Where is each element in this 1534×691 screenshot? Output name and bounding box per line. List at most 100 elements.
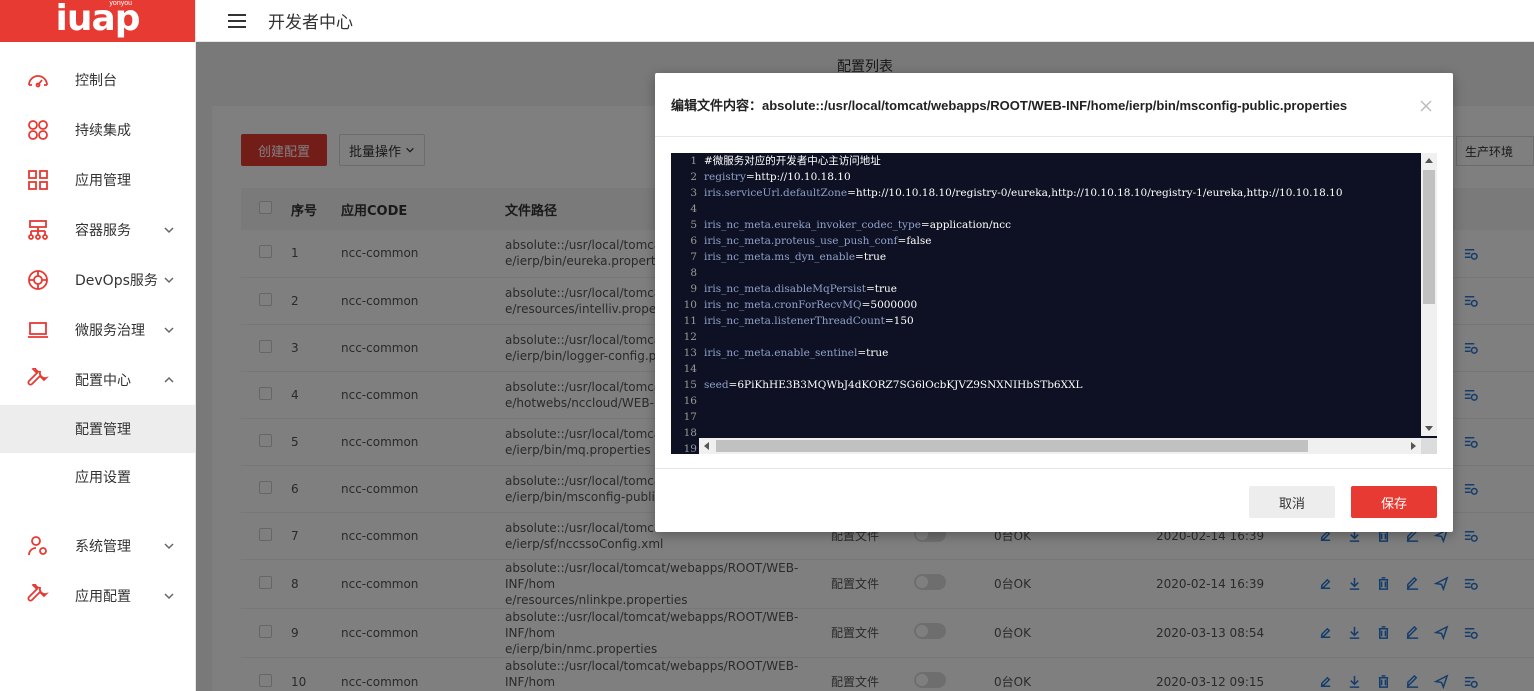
- integration-icon: [26, 118, 50, 142]
- prop-key: seed: [704, 379, 729, 391]
- sidebar-item-ci[interactable]: 持续集成: [0, 105, 195, 155]
- editor-vertical-scrollbar[interactable]: [1421, 153, 1437, 436]
- sidebar-item-container[interactable]: 容器服务: [0, 205, 195, 255]
- line-number: 16: [683, 395, 697, 407]
- prop-value: =true: [855, 251, 887, 263]
- sidebar-item-label: 容器服务: [75, 223, 131, 239]
- sidebar-item-app-config[interactable]: 应用配置: [0, 571, 195, 621]
- line-number: 7: [690, 251, 697, 263]
- scrollbar-thumb[interactable]: [1423, 170, 1435, 304]
- code-line: 12: [671, 329, 1437, 345]
- line-number: 15: [683, 379, 697, 391]
- line-number: 12: [683, 331, 697, 343]
- sidebar-menu: 控制台 持续集成 应用管理 容器服务 DevOps服务 微服务治理 配置中心 配…: [0, 55, 195, 621]
- line-number: 9: [690, 283, 697, 295]
- code-line: 17: [671, 409, 1437, 425]
- config-center-submenu: 配置管理 应用设置: [0, 405, 195, 521]
- line-number: 8: [690, 267, 697, 279]
- code-line: 15 seed=6PiKhHE3B3MQWbJ4dKORZ7SG6lOcbKJVZ…: [671, 377, 1437, 393]
- code-editor[interactable]: 1 #微服务对应的开发者中心主访问地址 2 registry=http://10.10…: [671, 153, 1437, 454]
- chevron-up-icon: [164, 376, 174, 383]
- sidebar-item-label: 系统管理: [75, 539, 131, 555]
- prop-key: iris_nc_meta.cronForRecvMQ: [704, 299, 862, 311]
- sidebar-item-label: 配置中心: [75, 373, 131, 389]
- user-settings-icon: [26, 534, 50, 558]
- prop-value: =http://10.10.18.10/registry-0/eureka,ht…: [847, 187, 1343, 199]
- wrench-icon: [26, 584, 50, 608]
- sidebar-item-label: 微服务治理: [75, 323, 145, 339]
- line-number: 18: [683, 427, 697, 439]
- header-title: 开发者中心: [268, 13, 353, 33]
- menu-toggle-icon[interactable]: [228, 13, 246, 28]
- apps-grid-icon: [26, 168, 50, 192]
- line-number: 3: [690, 187, 697, 199]
- logo[interactable]: iuap yonyou: [0, 0, 195, 42]
- chevron-down-icon: [164, 327, 174, 334]
- editor-horizontal-scrollbar[interactable]: [699, 438, 1421, 454]
- prop-key: iris_nc_meta.eureka_invoker_codec_type: [704, 219, 921, 231]
- prop-key: iris_nc_meta.ms_dyn_enable: [704, 251, 856, 263]
- modal-header: 编辑文件内容：absolute::/usr/local/tomcat/webap…: [655, 73, 1453, 137]
- prop-key: iris_nc_meta.enable_sentinel: [704, 347, 858, 359]
- scroll-up-icon[interactable]: [1425, 158, 1433, 163]
- code-line: 14: [671, 361, 1437, 377]
- code-line: 16: [671, 393, 1437, 409]
- scroll-down-icon[interactable]: [1425, 426, 1433, 431]
- modal-title: 编辑文件内容：absolute::/usr/local/tomcat/webap…: [671, 98, 1348, 113]
- scroll-right-icon[interactable]: [1411, 442, 1416, 450]
- code-line: 13 iris_nc_meta.enable_sentinel=true: [671, 345, 1437, 361]
- code-line: 5 iris_nc_meta.eureka_invoker_codec_type=…: [671, 217, 1437, 233]
- line-content: iris_nc_meta.disableMqPersist=true: [704, 281, 897, 297]
- line-number: 10: [683, 299, 697, 311]
- code-line: 7 iris_nc_meta.ms_dyn_enable=true: [671, 249, 1437, 265]
- line-number: 6: [690, 235, 697, 247]
- sidebar-item-devops[interactable]: DevOps服务: [0, 255, 195, 305]
- sidebar-item-microservice[interactable]: 微服务治理: [0, 305, 195, 355]
- line-content: iris_nc_meta.enable_sentinel=true: [704, 345, 888, 361]
- cancel-button[interactable]: 取消: [1249, 486, 1335, 518]
- laptop-icon: [26, 318, 50, 342]
- line-content: #微服务对应的开发者中心主访问地址: [704, 153, 881, 169]
- sidebar-item-label: 应用配置: [75, 589, 131, 605]
- chevron-down-icon: [164, 277, 174, 284]
- prop-value: =false: [897, 235, 932, 247]
- sidebar-item-label: 应用管理: [75, 173, 131, 189]
- sidebar-item-system-management[interactable]: 系统管理: [0, 521, 195, 571]
- sidebar-item-label: 持续集成: [75, 123, 131, 139]
- scrollbar-thumb[interactable]: [716, 440, 1308, 452]
- sidebar-subitem-app-settings[interactable]: 应用设置: [0, 453, 195, 501]
- sidebar-item-config-center[interactable]: 配置中心: [0, 355, 195, 405]
- line-number: 11: [683, 315, 697, 327]
- prop-value: =5000000: [861, 299, 918, 311]
- prop-key: iris.serviceUrl.defaultZone: [704, 187, 848, 199]
- code-line: 6 iris_nc_meta.proteus_use_push_conf=fals…: [671, 233, 1437, 249]
- edit-file-modal: 编辑文件内容：absolute::/usr/local/tomcat/webap…: [655, 73, 1453, 532]
- chevron-down-icon: [164, 593, 174, 600]
- line-number: 13: [683, 347, 697, 359]
- code-line: 9 iris_nc_meta.disableMqPersist=true: [671, 281, 1437, 297]
- sidebar-item-label: DevOps服务: [75, 273, 158, 289]
- line-content: registry=http://10.10.18.10: [704, 169, 851, 185]
- container-icon: [26, 218, 50, 242]
- line-content: iris.serviceUrl.defaultZone=http://10.10…: [704, 185, 1343, 201]
- prop-key: registry: [704, 171, 746, 183]
- sidebar-item-app-management[interactable]: 应用管理: [0, 155, 195, 205]
- submenu-spacer: [0, 501, 195, 521]
- line-number: 14: [683, 363, 697, 375]
- sidebar-subitem-config-management[interactable]: 配置管理: [0, 405, 195, 453]
- close-icon[interactable]: [1419, 99, 1433, 113]
- save-button[interactable]: 保存: [1351, 486, 1437, 518]
- code-lines: 1 #微服务对应的开发者中心主访问地址 2 registry=http://10.10…: [671, 153, 1437, 454]
- line-number: 17: [683, 411, 697, 423]
- sidebar-item-console[interactable]: 控制台: [0, 55, 195, 105]
- line-number: 1: [690, 155, 697, 167]
- devops-icon: [26, 268, 50, 292]
- line-number: 5: [690, 219, 697, 231]
- code-line: 4: [671, 201, 1437, 217]
- code-line: 11 iris_nc_meta.listenerThreadCount=150: [671, 313, 1437, 329]
- scroll-left-icon[interactable]: [704, 442, 709, 450]
- prop-value: =true: [857, 347, 889, 359]
- prop-key: iris_nc_meta.proteus_use_push_conf: [704, 235, 898, 247]
- sidebar: iuap yonyou 控制台 持续集成 应用管理 容器服务 DevOps服务 …: [0, 0, 196, 691]
- line-number: 19: [683, 443, 697, 454]
